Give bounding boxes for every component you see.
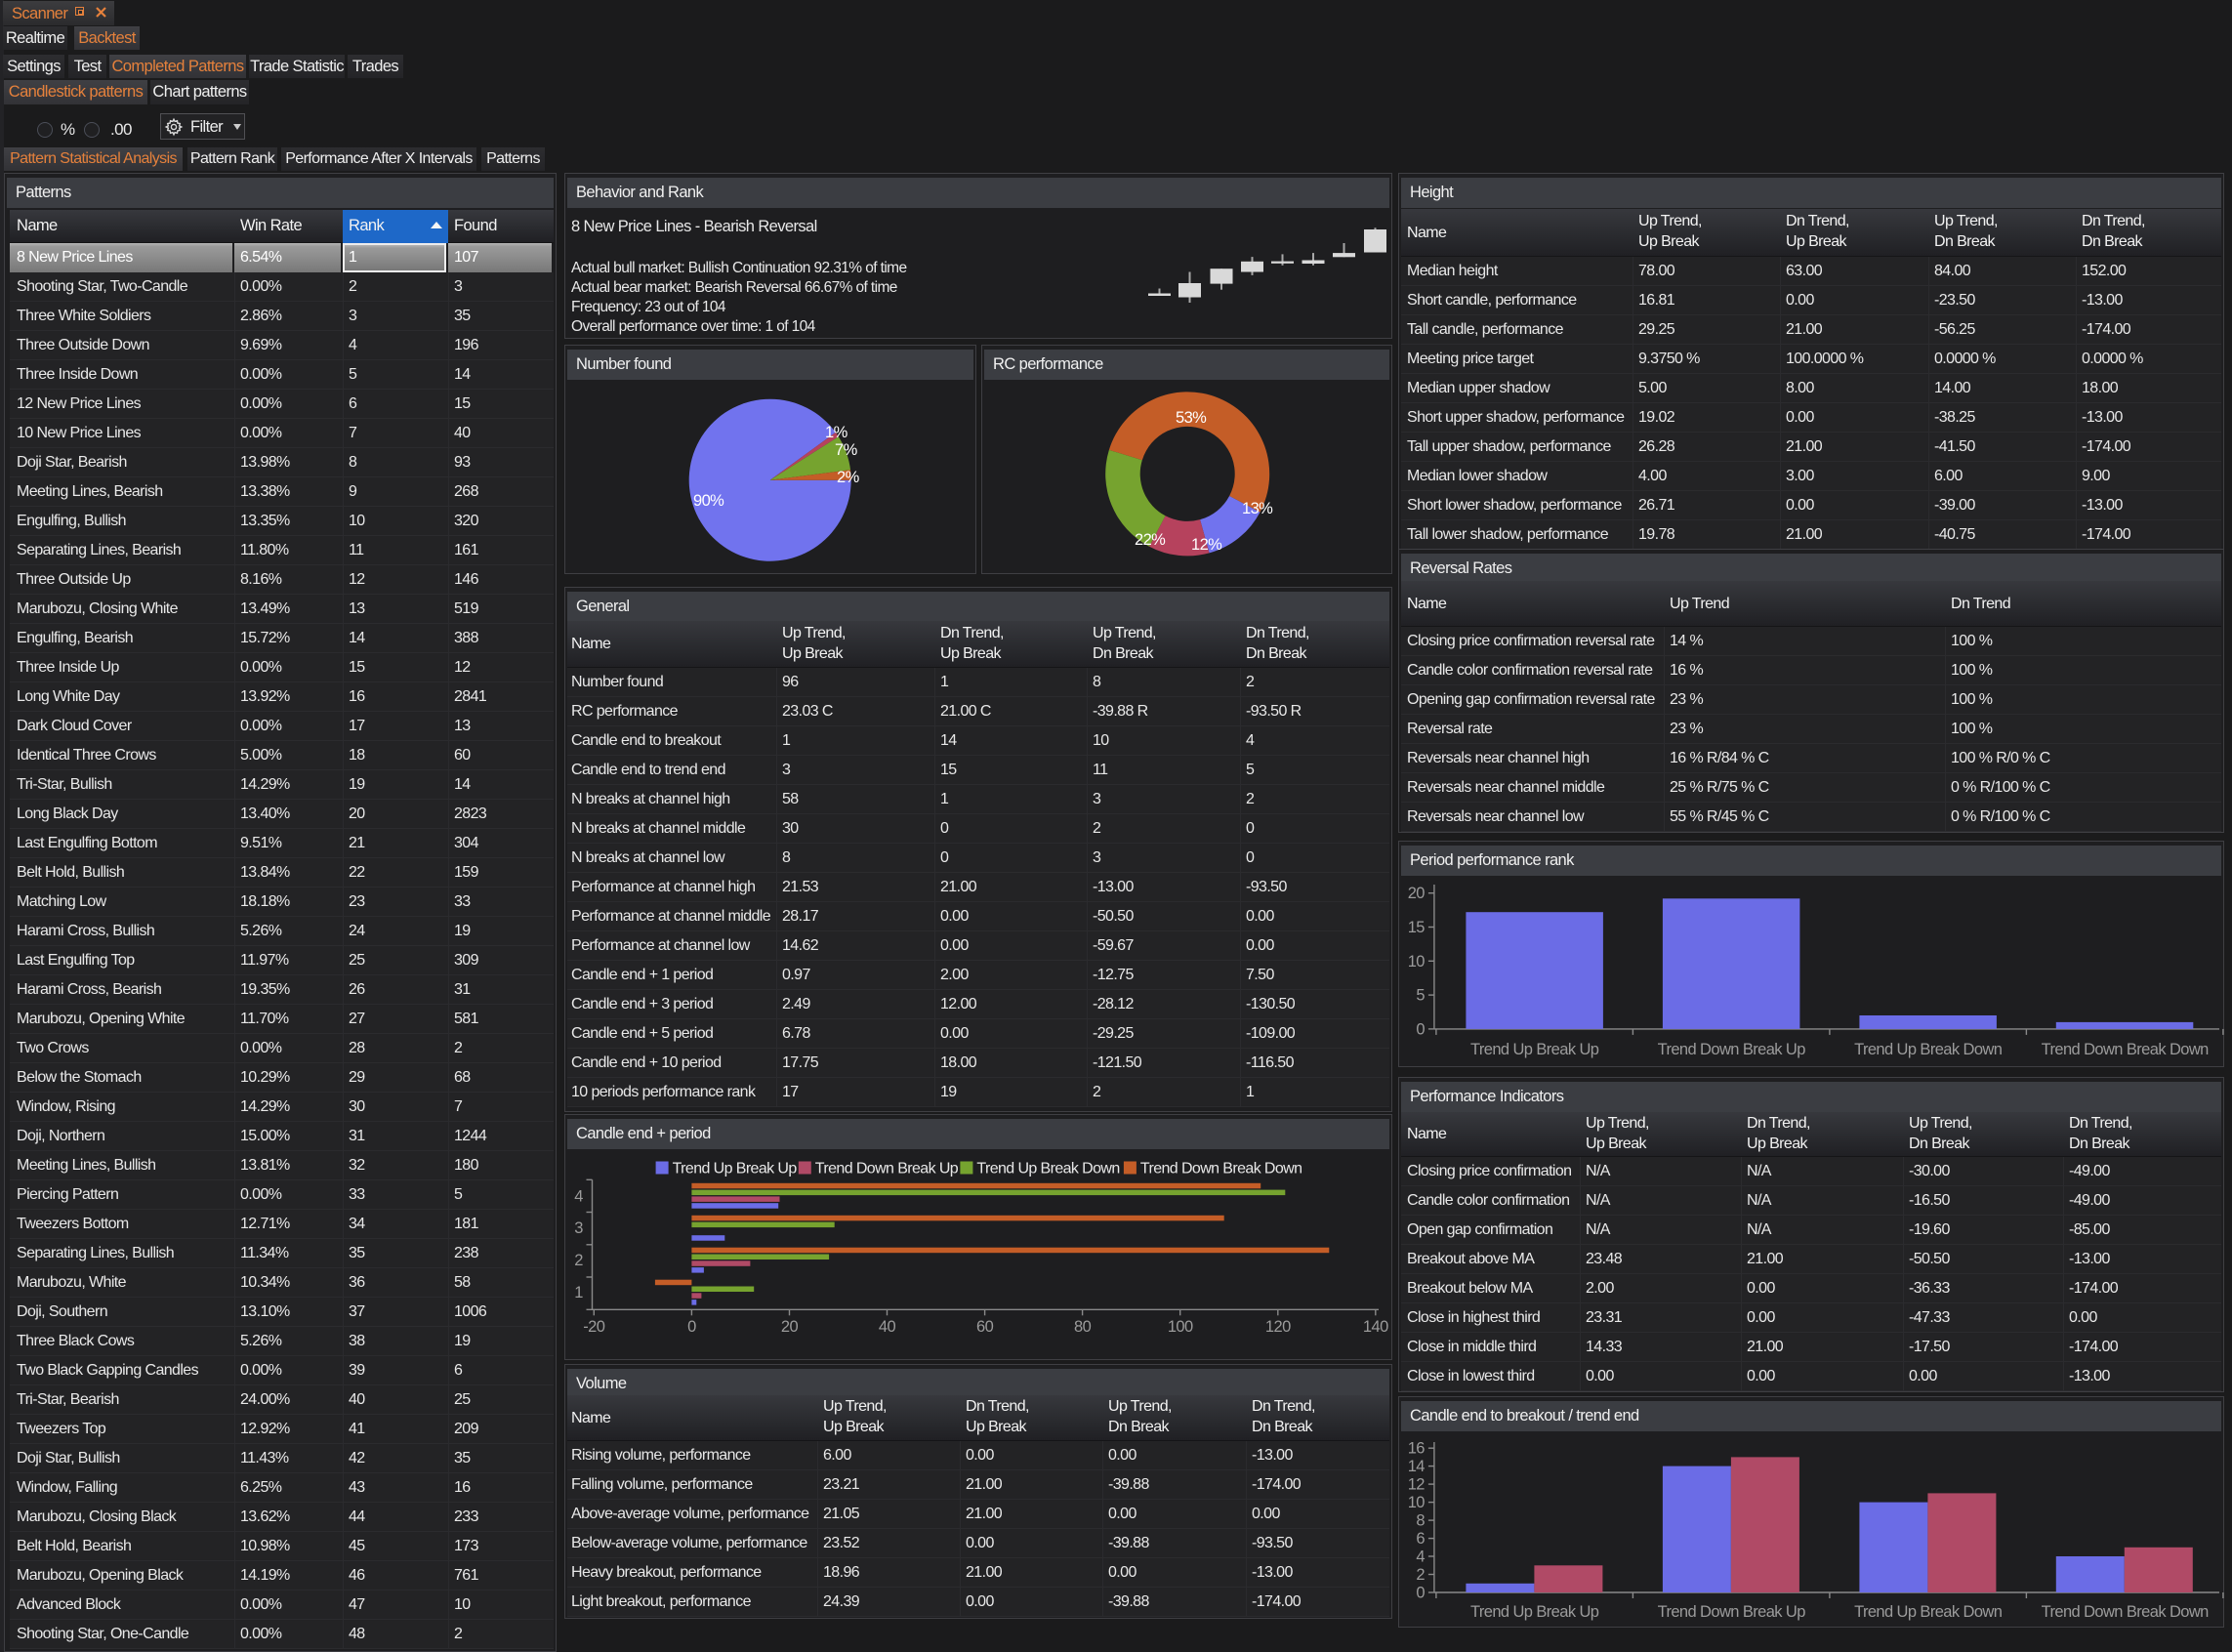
svg-text:14: 14 — [1408, 1458, 1426, 1475]
svg-text:Trend Up Break Down: Trend Up Break Down — [1854, 1603, 2003, 1621]
svg-text:Trend Down Break Down: Trend Down Break Down — [2042, 1603, 2210, 1621]
svg-text:10: 10 — [1408, 1494, 1426, 1511]
svg-text:6: 6 — [1416, 1530, 1425, 1548]
svg-text:Trend Down Break Up: Trend Down Break Up — [1658, 1603, 1806, 1621]
svg-text:Trend Up Break Up: Trend Up Break Up — [1470, 1603, 1599, 1621]
svg-text:4: 4 — [1416, 1549, 1425, 1566]
svg-text:0: 0 — [1416, 1585, 1425, 1602]
svg-text:2: 2 — [1416, 1566, 1425, 1584]
svg-text:16: 16 — [1408, 1440, 1426, 1458]
svg-text:8: 8 — [1416, 1512, 1425, 1530]
svg-text:12: 12 — [1408, 1476, 1426, 1494]
